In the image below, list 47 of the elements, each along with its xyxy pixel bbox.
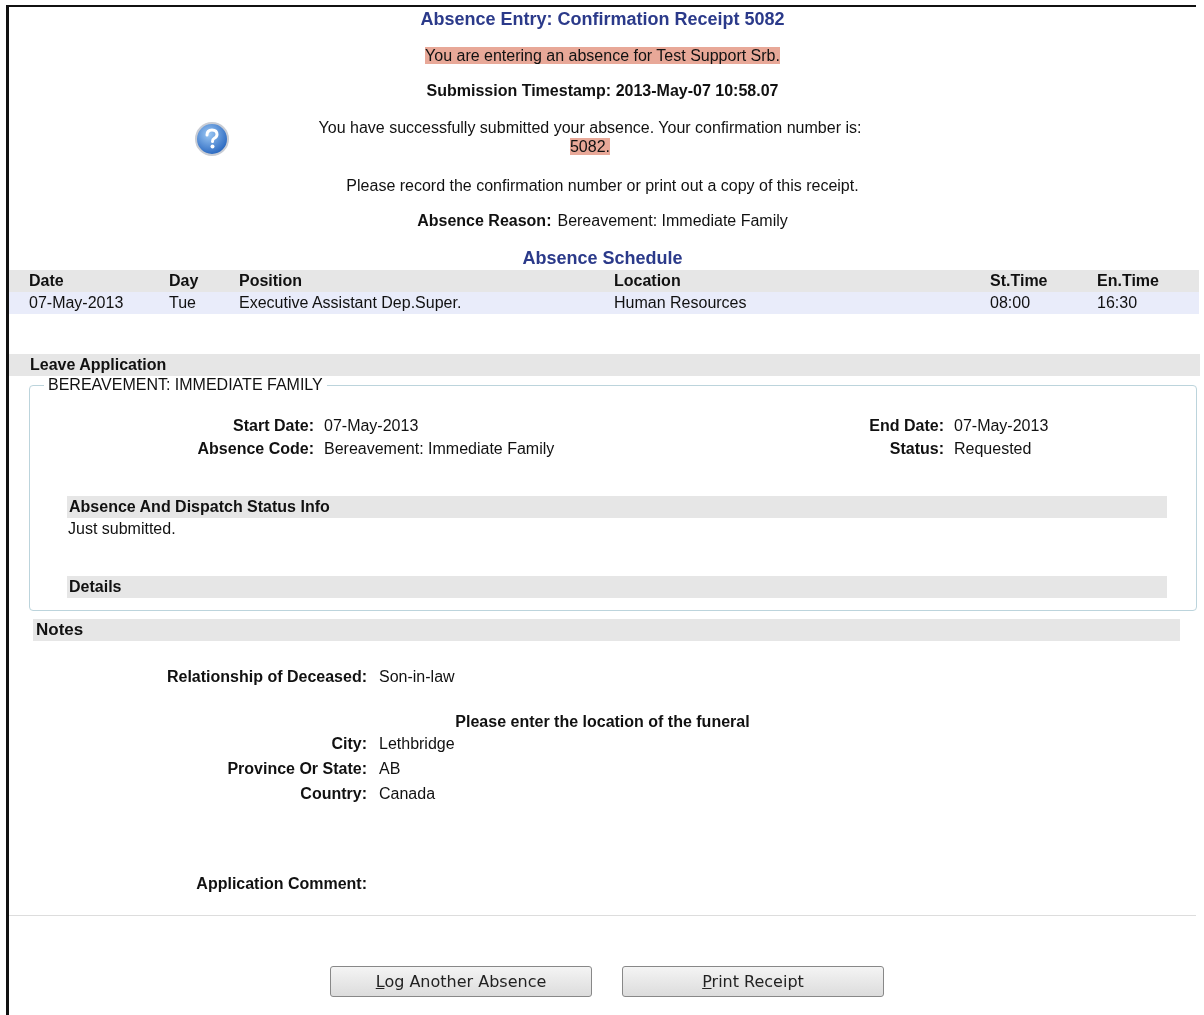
page-title: Absence Entry: Confirmation Receipt 5082 (419, 9, 786, 30)
section-header: Leave Application (9, 354, 1200, 376)
field-label: Province Or State: (226, 759, 367, 779)
column-header: St.Time (990, 271, 1049, 291)
section-header: Details (67, 576, 1167, 598)
field-label: City: (330, 734, 367, 754)
column-header: Day (169, 271, 200, 291)
column-header: Date (29, 271, 65, 291)
status-info-text: Just submitted. (68, 519, 177, 539)
section-header: Absence And Dispatch Status Info (67, 496, 1167, 518)
column-header: Position (239, 271, 304, 291)
column-header: Location (614, 271, 682, 291)
table-cell-text: Tue (169, 293, 197, 313)
field-label: Status: (888, 439, 944, 459)
funeral-prompt: Please enter the location of the funeral (455, 713, 750, 730)
field-value: Bereavement: Immediate Family (324, 439, 555, 459)
field-label: Relationship of Deceased: (165, 667, 367, 687)
field-label: Country: (299, 784, 367, 804)
field-value: 07-May-2013 (954, 416, 1049, 436)
success-message: You have successfully submitted your absence. Your confirmation number is: (317, 118, 863, 137)
field-value: 07-May-2013 (324, 416, 419, 436)
log-another-absence-button[interactable]: Log Another Absence (330, 966, 592, 997)
help-icon (194, 121, 230, 157)
section-header: Notes (33, 619, 1180, 641)
field-value: Lethbridge (379, 734, 455, 754)
field-value: Son-in-law (379, 667, 455, 687)
submission-timestamp: Submission Timestamp: 2013-May-07 10:58.07 (426, 82, 779, 99)
field-label: Absence Code: (196, 439, 314, 459)
column-header: En.Time (1097, 271, 1160, 291)
section-title: Absence Schedule (521, 248, 684, 268)
print-receipt-button[interactable]: Print Receipt (622, 966, 884, 997)
table-cell-text: 08:00 (990, 293, 1032, 313)
confirmation-number: 5082. (569, 138, 610, 155)
table-cell-text: 07-May-2013 (29, 293, 125, 313)
field-value: AB (379, 759, 401, 779)
field-label: End Date: (868, 416, 944, 436)
field-value: Canada (379, 784, 436, 804)
field-value: Bereavement: Immediate Family (557, 212, 788, 229)
table-cell-text: Human Resources (614, 293, 748, 313)
field-label: Absence Reason: (417, 212, 552, 229)
field-value: Requested (954, 439, 1032, 459)
entering-notice: You are entering an absence for Test Support Srb. (425, 47, 780, 64)
record-message: Please record the confirmation number or print out a copy of this receipt. (346, 177, 859, 194)
field-label: Application Comment: (195, 874, 367, 894)
field-label: Start Date: (232, 416, 314, 436)
table-cell-text: 16:30 (1097, 293, 1139, 313)
table-cell-text: Executive Assistant Dep.Super. (239, 293, 463, 313)
